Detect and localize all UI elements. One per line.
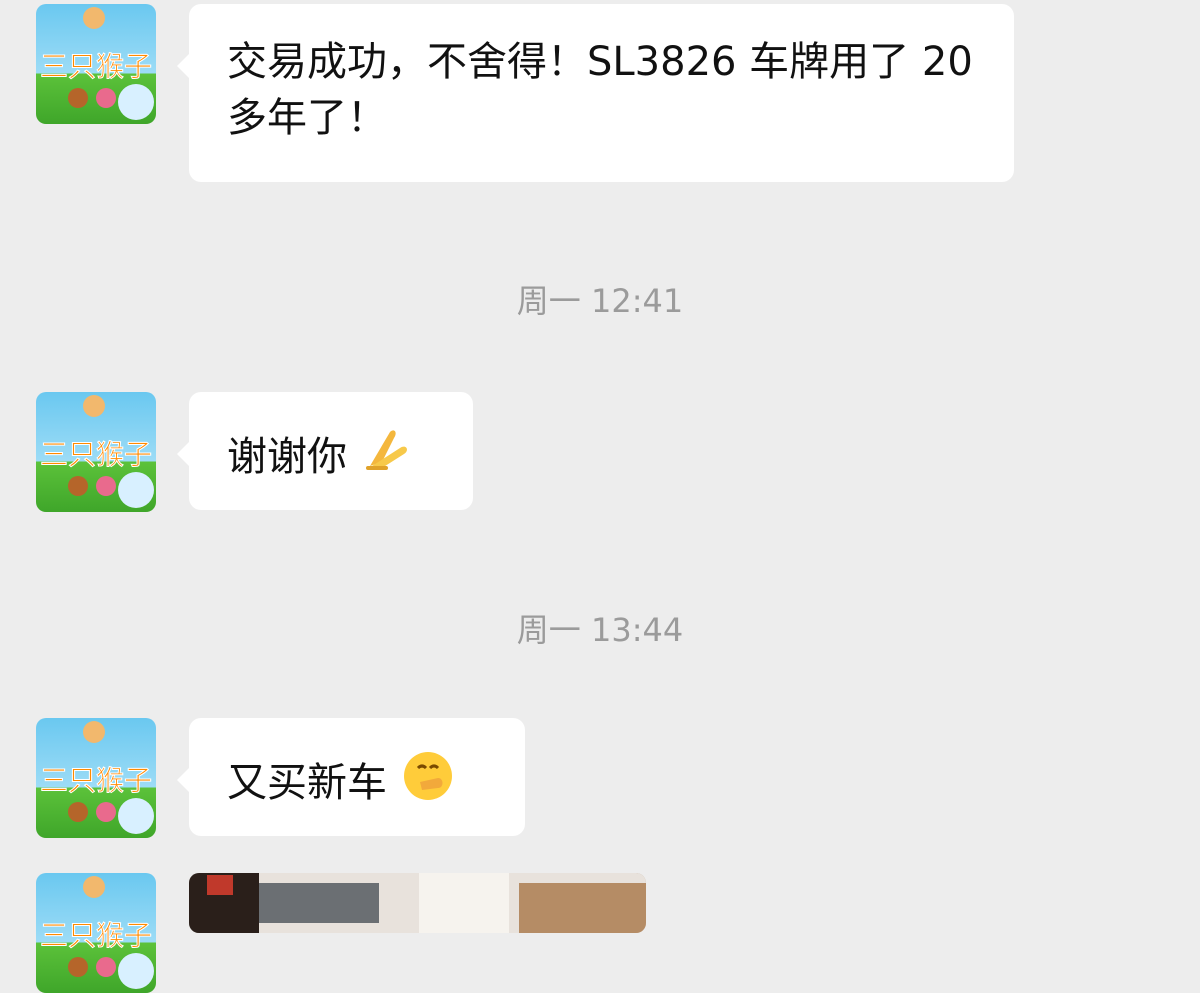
folded-hands-emoji	[365, 430, 407, 470]
timestamp: 周一 12:41	[516, 282, 684, 320]
avatar-image: 三只猴子	[39, 395, 154, 508]
timestamp: 周一 13:44	[516, 611, 684, 649]
message-bubble[interactable]: 又买新车	[177, 718, 525, 836]
message-text: 谢谢你	[227, 434, 347, 480]
avatar[interactable]: 三只猴子	[36, 392, 156, 512]
face-with-hand-over-mouth-emoji	[403, 752, 452, 800]
avatar-label: 三只猴子	[40, 764, 152, 797]
avatar-image: 三只猴子	[39, 721, 154, 834]
message-bubble[interactable]: 交易成功，不舍得！SL3826 车牌用了 20 多年了！	[177, 4, 1014, 182]
avatar-label: 三只猴子	[40, 438, 152, 471]
message-text: 交易成功，不舍得！SL3826 车牌用了 20 多年了！	[227, 39, 973, 141]
avatar[interactable]: 三只猴子	[36, 873, 156, 993]
avatar-image: 三只猴子	[39, 876, 154, 989]
avatar[interactable]: 三只猴子	[36, 4, 156, 124]
message-bubble[interactable]: 谢谢你	[177, 392, 473, 510]
image-message[interactable]	[189, 873, 646, 933]
avatar-label: 三只猴子	[40, 919, 152, 952]
avatar[interactable]: 三只猴子	[36, 718, 156, 838]
message-text: 又买新车	[227, 760, 387, 806]
avatar-label: 三只猴子	[40, 50, 152, 83]
car-photo	[189, 873, 646, 933]
avatar-image: 三只猴子	[39, 7, 154, 120]
